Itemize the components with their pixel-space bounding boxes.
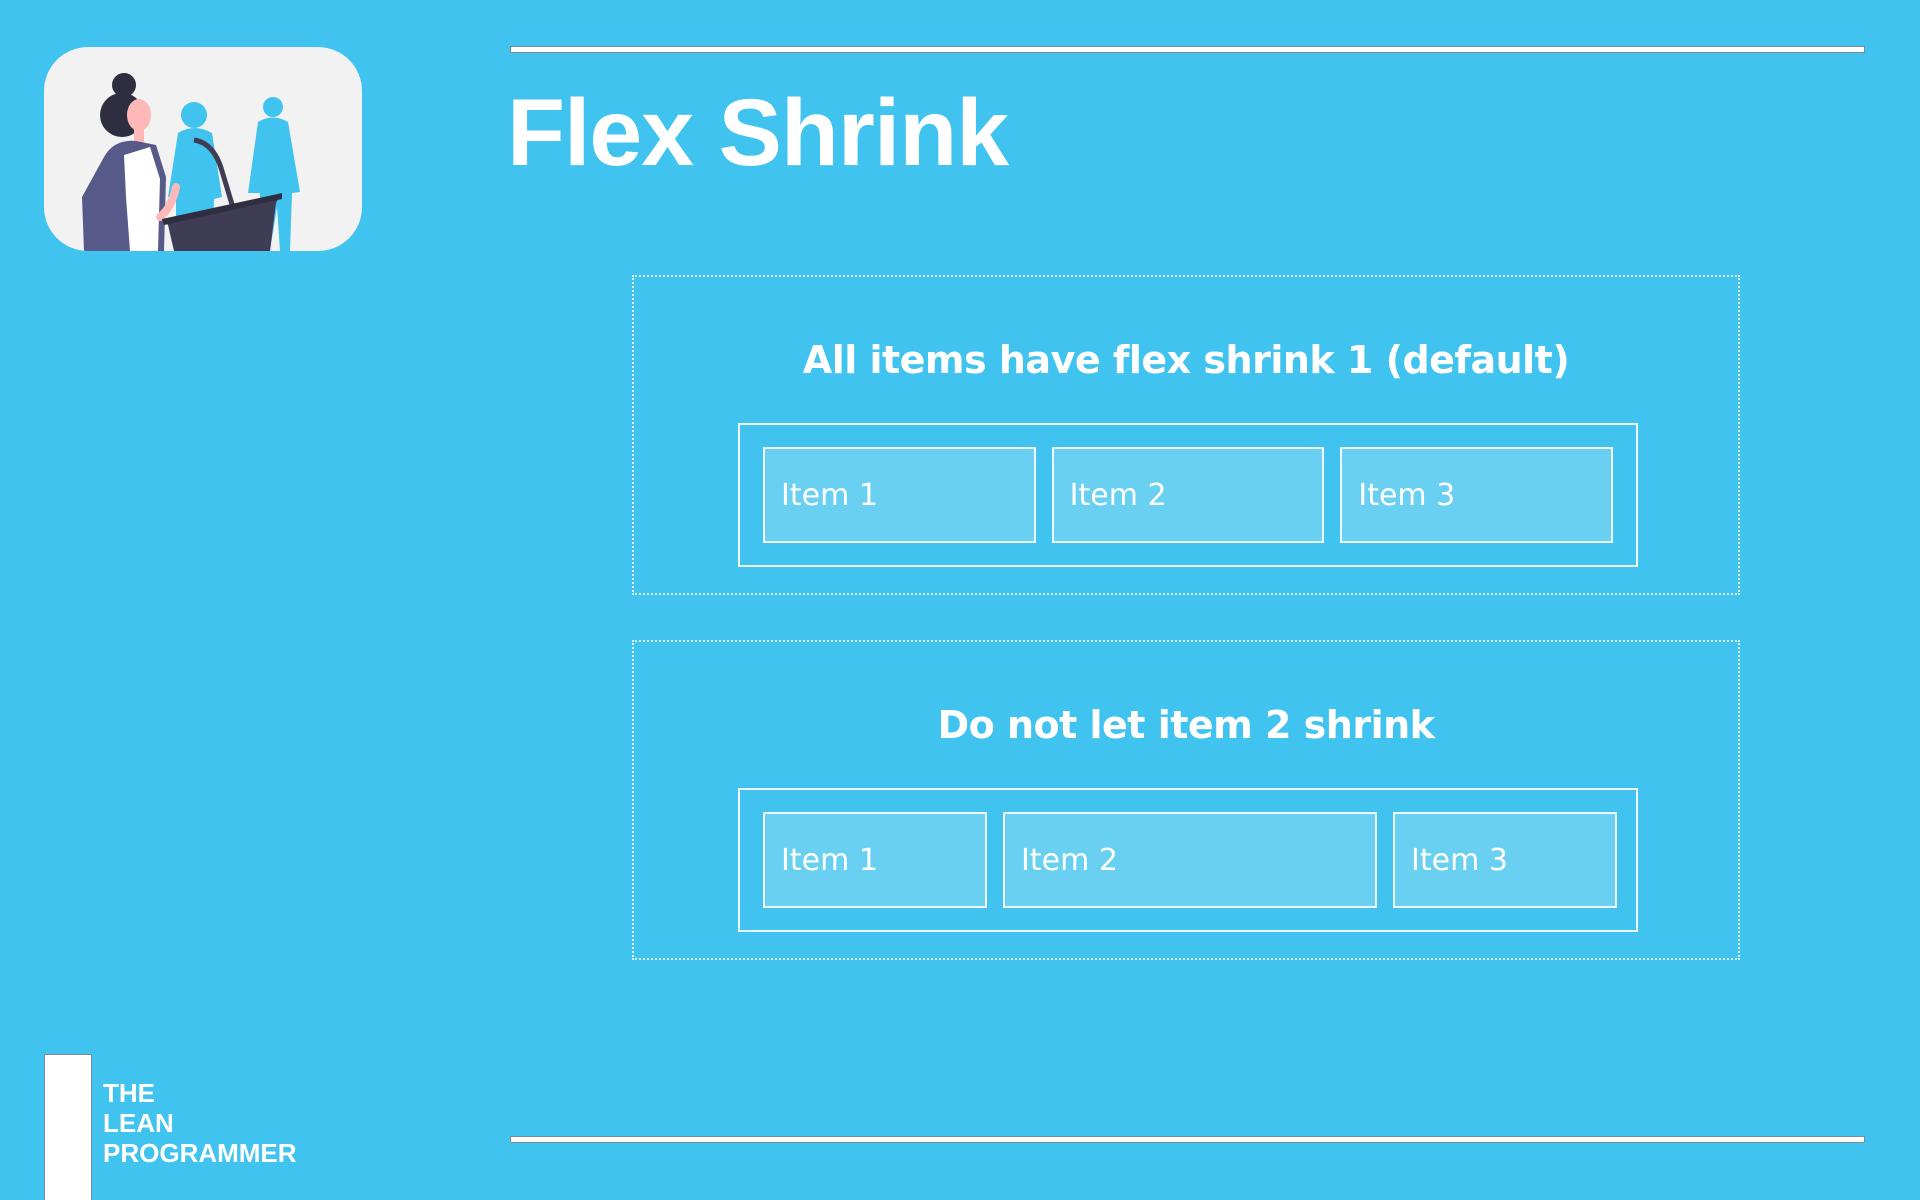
panel-heading: Do not let item 2 shrink (937, 703, 1435, 747)
page-title: Flex Shrink (507, 80, 1009, 186)
demo-panel-no-shrink-item-2: Do not let item 2 shrink Item 1 Item 2 I… (632, 640, 1740, 960)
speaker-illustration (44, 47, 362, 251)
brand-line-3: PROGRAMMER (103, 1138, 297, 1168)
flex-item-1: Item 1 (763, 812, 987, 908)
brand-line-1: THE (103, 1078, 155, 1108)
brand-bar (44, 1054, 92, 1200)
flex-item-2: Item 2 (1003, 812, 1377, 908)
flex-item-1: Item 1 (763, 447, 1036, 543)
top-divider (510, 46, 1865, 53)
bottom-divider (510, 1136, 1865, 1143)
brand-line-2: LEAN (103, 1108, 174, 1138)
flex-container: Item 1 Item 2 Item 3 (738, 788, 1638, 932)
speaker-at-podium-icon (82, 73, 300, 251)
flex-item-3: Item 3 (1340, 447, 1614, 543)
brand-logo-text: THE LEAN PROGRAMMER (103, 1078, 297, 1168)
panel-heading: All items have flex shrink 1 (default) (802, 338, 1570, 382)
flex-container: Item 1 Item 2 Item 3 (738, 423, 1638, 567)
flex-item-3: Item 3 (1393, 812, 1617, 908)
flex-item-2: Item 2 (1051, 447, 1325, 543)
demo-panel-default-shrink: All items have flex shrink 1 (default) I… (632, 275, 1740, 595)
